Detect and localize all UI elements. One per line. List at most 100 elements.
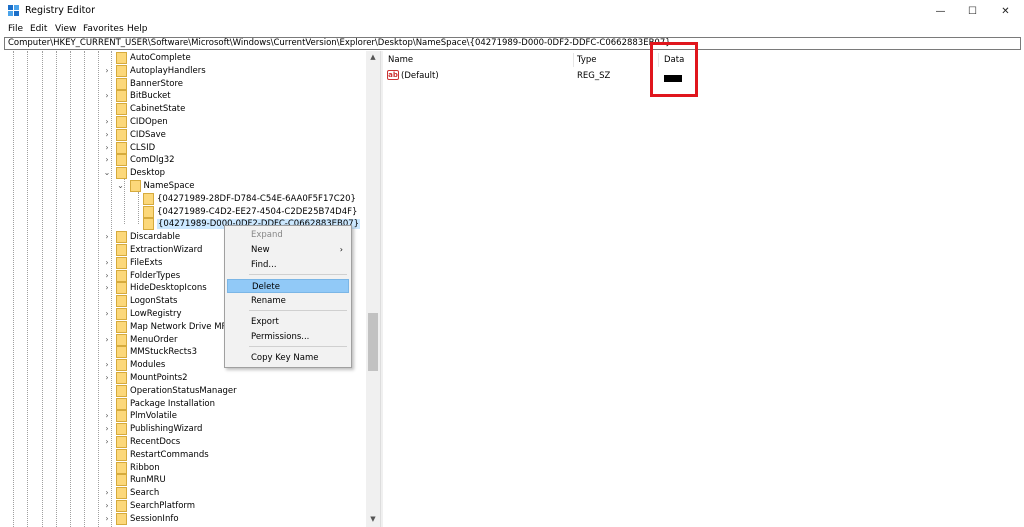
chevron-right-icon[interactable]: ›	[103, 487, 111, 499]
chevron-right-icon[interactable]: ›	[103, 436, 111, 448]
context-menu: Expand New › Find... Delete Rename Expor…	[224, 225, 352, 368]
menu-copy-key-name[interactable]: Copy Key Name	[227, 351, 349, 365]
folder-icon	[116, 308, 127, 320]
tree-node-label: {04271989-28DF-D784-C54E-6AA0F5F17C20}	[157, 193, 356, 204]
tree-node[interactable]: › AutoplayHandlers	[103, 64, 360, 78]
tree-node-label: MMStuckRects3	[130, 347, 197, 358]
menu-bar: File Edit View Favorites Help	[0, 23, 1024, 37]
chevron-right-icon[interactable]: ›	[103, 308, 111, 320]
tree-node[interactable]: Ribbon	[104, 461, 360, 475]
column-type-header[interactable]: Type	[577, 55, 597, 65]
chevron-right-icon[interactable]: ›	[103, 513, 111, 525]
close-button[interactable]: ✕	[989, 0, 1022, 23]
minimize-button[interactable]: —	[924, 0, 957, 23]
chevron-right-icon[interactable]: ›	[103, 500, 111, 512]
tree-guide-line	[27, 51, 28, 527]
tree-node[interactable]: › Search	[104, 487, 360, 500]
tree-node[interactable]: › ComDlg32	[104, 154, 360, 167]
tree-node[interactable]: › SessionInfo	[103, 512, 360, 526]
chevron-right-icon[interactable]: ›	[103, 257, 111, 269]
tree-node-label: PublishingWizard	[130, 424, 203, 435]
tree-node[interactable]: › SearchPlatform	[104, 500, 360, 513]
tree-node[interactable]: › CIDSave	[103, 128, 360, 142]
tree-node-label: LowRegistry	[130, 309, 182, 319]
menu-help[interactable]: Help	[127, 24, 148, 34]
tree-node-label: SearchPlatform	[130, 501, 196, 511]
tree-node-label: Ribbon	[130, 462, 160, 473]
chevron-right-icon[interactable]: ›	[103, 65, 111, 77]
tree-node[interactable]: RunMRU	[104, 474, 360, 487]
tree-node-label: BitBucket	[130, 91, 171, 102]
tree-scrollbar[interactable]: ▲ ▼	[366, 51, 380, 527]
tree-node[interactable]: › PublishingWizard	[104, 423, 360, 436]
folder-icon	[116, 90, 127, 103]
tree-node[interactable]: RestartCommands	[104, 448, 360, 462]
folder-icon	[116, 448, 127, 461]
menu-rename[interactable]: Rename	[227, 294, 349, 308]
tree-node-label: Map Network Drive MRU	[130, 321, 234, 332]
tree-node[interactable]: AutoComplete	[104, 52, 360, 65]
tree-node[interactable]: CabinetState	[104, 103, 360, 116]
menu-view[interactable]: View	[55, 24, 76, 34]
column-divider[interactable]	[573, 53, 574, 67]
tree-node[interactable]: › CIDOpen	[104, 116, 360, 129]
tree-node[interactable]: › PlmVolatile	[104, 410, 360, 423]
menu-new[interactable]: New ›	[227, 243, 349, 257]
chevron-right-icon[interactable]: ›	[103, 231, 111, 243]
menu-export[interactable]: Export	[227, 315, 349, 329]
chevron-right-icon[interactable]: ›	[103, 423, 111, 435]
tree-node[interactable]: › MountPoints2	[104, 372, 360, 385]
tree-node[interactable]: {04271989-28DF-D784-C54E-6AA0F5F17C20}	[131, 192, 360, 206]
tree-guide-line	[56, 51, 57, 527]
chevron-right-icon[interactable]: ›	[103, 270, 111, 282]
menu-delete[interactable]: Delete	[227, 279, 349, 293]
chevron-right-icon[interactable]: ›	[103, 410, 111, 422]
menu-file[interactable]: File	[8, 24, 23, 34]
tree-node[interactable]: OperationStatusManager	[104, 384, 360, 398]
tree-guide-line	[42, 51, 43, 527]
string-value-icon: ab	[387, 70, 399, 80]
menu-find[interactable]: Find...	[227, 258, 349, 272]
chevron-right-icon[interactable]: ›	[103, 154, 111, 166]
tree-node-label: MountPoints2	[130, 373, 188, 383]
chevron-right-icon[interactable]: ›	[103, 129, 111, 141]
tree-node-label: NameSpace	[143, 181, 195, 191]
menu-permissions[interactable]: Permissions...	[227, 330, 349, 344]
tree-node-label: AutoplayHandlers	[130, 65, 206, 76]
chevron-right-icon[interactable]: ›	[103, 142, 111, 154]
tree-node[interactable]: › RecentDocs	[104, 436, 360, 449]
tree-node[interactable]: {04271989-C4D2-EE27-4504-C2DE25B74D4F}	[131, 205, 360, 219]
tree-node-label: PlmVolatile	[130, 411, 177, 422]
chevron-right-icon[interactable]: ›	[103, 359, 111, 371]
tree-node[interactable]: › CLSID	[103, 141, 360, 155]
tree-node[interactable]: BannerStore	[104, 77, 360, 91]
tree-node[interactable]: ⌄ Desktop	[104, 167, 360, 180]
tree-node-label: ComDlg32	[130, 155, 175, 166]
tree-node[interactable]: › BitBucket	[104, 90, 360, 103]
chevron-right-icon[interactable]: ›	[103, 90, 111, 102]
tree-node-label: FileExts	[130, 257, 163, 268]
scroll-thumb[interactable]	[368, 313, 378, 371]
chevron-right-icon[interactable]: ›	[103, 372, 111, 384]
chevron-right-icon[interactable]: ›	[103, 282, 111, 294]
chevron-right-icon[interactable]: ›	[103, 334, 111, 346]
menu-favorites[interactable]: Favorites	[83, 24, 124, 34]
folder-icon	[116, 397, 127, 410]
tree-node-label: {04271989-C4D2-EE27-4504-C2DE25B74D4F}	[157, 206, 358, 217]
address-bar[interactable]: Computer\HKEY_CURRENT_USER\Software\Micr…	[4, 37, 1021, 50]
chevron-right-icon[interactable]: ›	[103, 116, 111, 128]
folder-icon	[116, 77, 127, 90]
folder-icon	[143, 218, 154, 231]
chevron-down-icon[interactable]: ⌄	[103, 167, 111, 179]
scroll-down-icon[interactable]: ▼	[366, 515, 380, 525]
menu-edit[interactable]: Edit	[30, 24, 47, 34]
folder-icon	[116, 167, 127, 180]
values-list[interactable]: Name Type Data ab (Default) REG_SZ	[383, 51, 1024, 527]
tree-node[interactable]: ⌄ NameSpace	[117, 180, 361, 193]
scroll-up-icon[interactable]: ▲	[366, 53, 380, 63]
tree-node[interactable]: Package Installation	[104, 397, 360, 411]
maximize-button[interactable]: ☐	[956, 0, 989, 23]
folder-icon	[116, 256, 127, 269]
chevron-down-icon[interactable]: ⌄	[117, 180, 125, 192]
column-name-header[interactable]: Name	[388, 55, 413, 65]
